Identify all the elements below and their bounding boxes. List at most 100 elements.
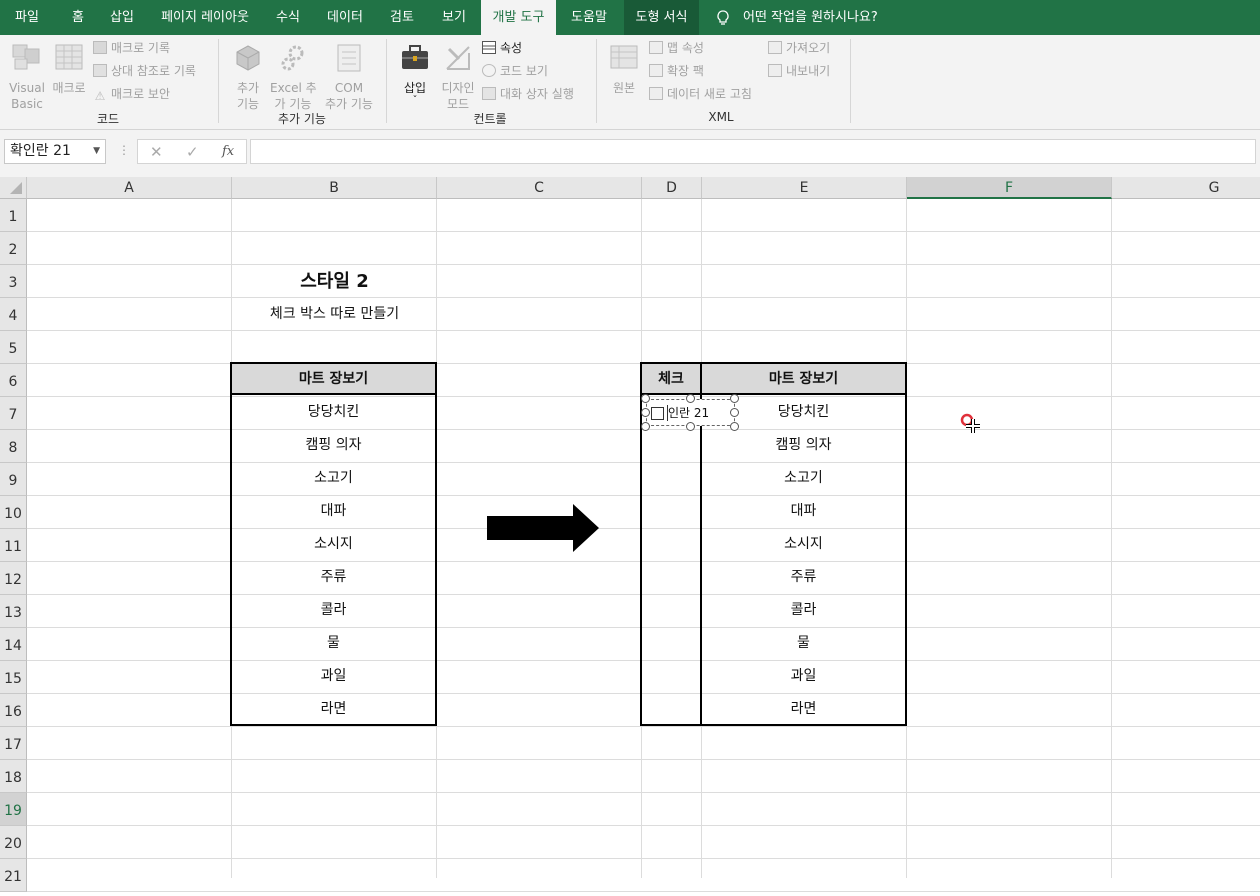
expansion-packs-button[interactable]: 확장 팩 bbox=[649, 62, 704, 80]
row-header-12[interactable]: 12 bbox=[0, 562, 27, 595]
column-header-g[interactable]: G bbox=[1112, 177, 1260, 199]
check-column-header: 체크 bbox=[642, 364, 700, 395]
xml-source-button[interactable]: 원본 bbox=[604, 43, 644, 96]
tab-data[interactable]: 데이터 bbox=[318, 0, 372, 35]
row-header-5[interactable]: 5 bbox=[0, 331, 27, 364]
column-header-d[interactable]: D bbox=[642, 177, 702, 199]
left-table-item[interactable]: 물 bbox=[232, 628, 435, 661]
resize-handle-left[interactable] bbox=[641, 408, 650, 417]
tab-developer[interactable]: 개발 도구 bbox=[481, 0, 556, 35]
group-separator bbox=[386, 39, 387, 123]
left-table-item[interactable]: 과일 bbox=[232, 661, 435, 694]
column-header-a[interactable]: A bbox=[27, 177, 232, 199]
row-header-15[interactable]: 15 bbox=[0, 661, 27, 694]
select-all-corner[interactable] bbox=[0, 177, 27, 199]
export-label: 내보내기 bbox=[786, 64, 831, 78]
tab-view[interactable]: 보기 bbox=[432, 0, 476, 35]
group-separator bbox=[850, 39, 851, 123]
name-box[interactable]: 확인란 21 ▼ bbox=[4, 139, 106, 164]
row-header-20[interactable]: 20 bbox=[0, 826, 27, 859]
resize-handle-bottom[interactable] bbox=[686, 422, 695, 431]
left-table-item[interactable]: 캠핑 의자 bbox=[232, 430, 435, 463]
left-table-item[interactable]: 콜라 bbox=[232, 595, 435, 628]
visual-basic-button[interactable]: Visual Basic bbox=[6, 43, 48, 112]
right-table-item[interactable]: 대파 bbox=[702, 496, 905, 529]
row-header-4[interactable]: 4 bbox=[0, 298, 27, 331]
row-header-14[interactable]: 14 bbox=[0, 628, 27, 661]
macro-security-button[interactable]: ⚠ 매크로 보안 bbox=[93, 85, 170, 103]
resize-handle-bottom-left[interactable] bbox=[641, 422, 650, 431]
export-button[interactable]: 내보내기 bbox=[768, 62, 830, 80]
record-macro-button[interactable]: 매크로 기록 bbox=[93, 39, 170, 57]
right-table-item[interactable]: 캠핑 의자 bbox=[702, 430, 905, 463]
resize-handle-top-left[interactable] bbox=[641, 394, 650, 403]
row-header-19[interactable]: 19 bbox=[0, 793, 27, 826]
com-addins-button[interactable]: COM 추가 기능 bbox=[322, 43, 376, 112]
resize-handle-top-right[interactable] bbox=[730, 394, 739, 403]
cancel-icon[interactable]: ✕ bbox=[150, 143, 163, 161]
row-header-18[interactable]: 18 bbox=[0, 760, 27, 793]
row-header-3[interactable]: 3 bbox=[0, 265, 27, 298]
row-header-10[interactable]: 10 bbox=[0, 496, 27, 529]
row-header-21[interactable]: 21 bbox=[0, 859, 27, 892]
left-table-item[interactable]: 소시지 bbox=[232, 529, 435, 562]
import-button[interactable]: 가져오기 bbox=[768, 39, 830, 57]
resize-handle-bottom-right[interactable] bbox=[730, 422, 739, 431]
resize-handle-top[interactable] bbox=[686, 394, 695, 403]
tab-file[interactable]: 파일 bbox=[0, 0, 54, 35]
right-table-item[interactable]: 과일 bbox=[702, 661, 905, 694]
tab-formulas[interactable]: 수식 bbox=[266, 0, 310, 35]
formula-input[interactable] bbox=[250, 139, 1256, 164]
run-dialog-button[interactable]: 대화 상자 실행 bbox=[482, 85, 574, 103]
excel-addins-button[interactable]: Excel 추 가 기능 bbox=[270, 43, 317, 112]
left-table-item[interactable]: 대파 bbox=[232, 496, 435, 529]
right-table-item[interactable]: 라면 bbox=[702, 694, 905, 727]
checkbox-label[interactable]: 인란 21 bbox=[668, 405, 709, 421]
left-table-item[interactable]: 당당치킨 bbox=[232, 397, 435, 430]
relative-reference-button[interactable]: 상대 참조로 기록 bbox=[93, 62, 196, 80]
row-header-16[interactable]: 16 bbox=[0, 694, 27, 727]
column-header-b[interactable]: B bbox=[232, 177, 437, 199]
insert-function-icon[interactable]: fx bbox=[222, 144, 234, 159]
chevron-down-icon[interactable]: ▼ bbox=[93, 140, 100, 163]
design-mode-button[interactable]: 디자인 모드 bbox=[438, 43, 478, 112]
right-table-item[interactable]: 소시지 bbox=[702, 529, 905, 562]
row-header-2[interactable]: 2 bbox=[0, 232, 27, 265]
row-header-7[interactable]: 7 bbox=[0, 397, 27, 430]
map-properties-button[interactable]: 맵 속성 bbox=[649, 39, 704, 57]
row-header-8[interactable]: 8 bbox=[0, 430, 27, 463]
checkbox-box[interactable] bbox=[651, 407, 664, 420]
row-header-6[interactable]: 6 bbox=[0, 364, 27, 397]
row-header-11[interactable]: 11 bbox=[0, 529, 27, 562]
enter-icon[interactable]: ✓ bbox=[186, 143, 199, 161]
macros-button[interactable]: 매크로 bbox=[50, 43, 88, 96]
row-header-17[interactable]: 17 bbox=[0, 727, 27, 760]
insert-control-button[interactable]: 삽입 ˇ bbox=[396, 43, 434, 106]
worksheet-grid[interactable]: A B C D E F G 1 2 3 4 5 6 7 8 9 10 11 12 13 14 15 16 17 1… bbox=[0, 177, 1260, 892]
addins-button[interactable]: 추가 기능 bbox=[228, 43, 268, 112]
left-table-item[interactable]: 라면 bbox=[232, 694, 435, 727]
tab-home[interactable]: 홈 bbox=[58, 0, 98, 35]
column-header-e[interactable]: E bbox=[702, 177, 907, 199]
tab-help[interactable]: 도움말 bbox=[560, 0, 618, 35]
tab-shape-format[interactable]: 도형 서식 bbox=[624, 0, 699, 35]
row-header-13[interactable]: 13 bbox=[0, 595, 27, 628]
formula-bar-resize-handle[interactable]: ⋮ bbox=[118, 143, 130, 157]
resize-handle-right[interactable] bbox=[730, 408, 739, 417]
row-header-9[interactable]: 9 bbox=[0, 463, 27, 496]
properties-button[interactable]: 속성 bbox=[482, 39, 522, 57]
column-header-c[interactable]: C bbox=[437, 177, 642, 199]
refresh-data-button[interactable]: 데이터 새로 고침 bbox=[649, 85, 752, 103]
column-header-f[interactable]: F bbox=[907, 177, 1112, 199]
tab-insert[interactable]: 삽입 bbox=[100, 0, 144, 35]
tab-page-layout[interactable]: 페이지 레이아웃 bbox=[150, 0, 260, 35]
right-table-item[interactable]: 주류 bbox=[702, 562, 905, 595]
right-table-item[interactable]: 소고기 bbox=[702, 463, 905, 496]
view-code-button[interactable]: 코드 보기 bbox=[482, 62, 548, 80]
left-table-item[interactable]: 주류 bbox=[232, 562, 435, 595]
right-table-item[interactable]: 물 bbox=[702, 628, 905, 661]
tab-review[interactable]: 검토 bbox=[380, 0, 424, 35]
right-table-item[interactable]: 콜라 bbox=[702, 595, 905, 628]
row-header-1[interactable]: 1 bbox=[0, 199, 27, 232]
left-table-item[interactable]: 소고기 bbox=[232, 463, 435, 496]
